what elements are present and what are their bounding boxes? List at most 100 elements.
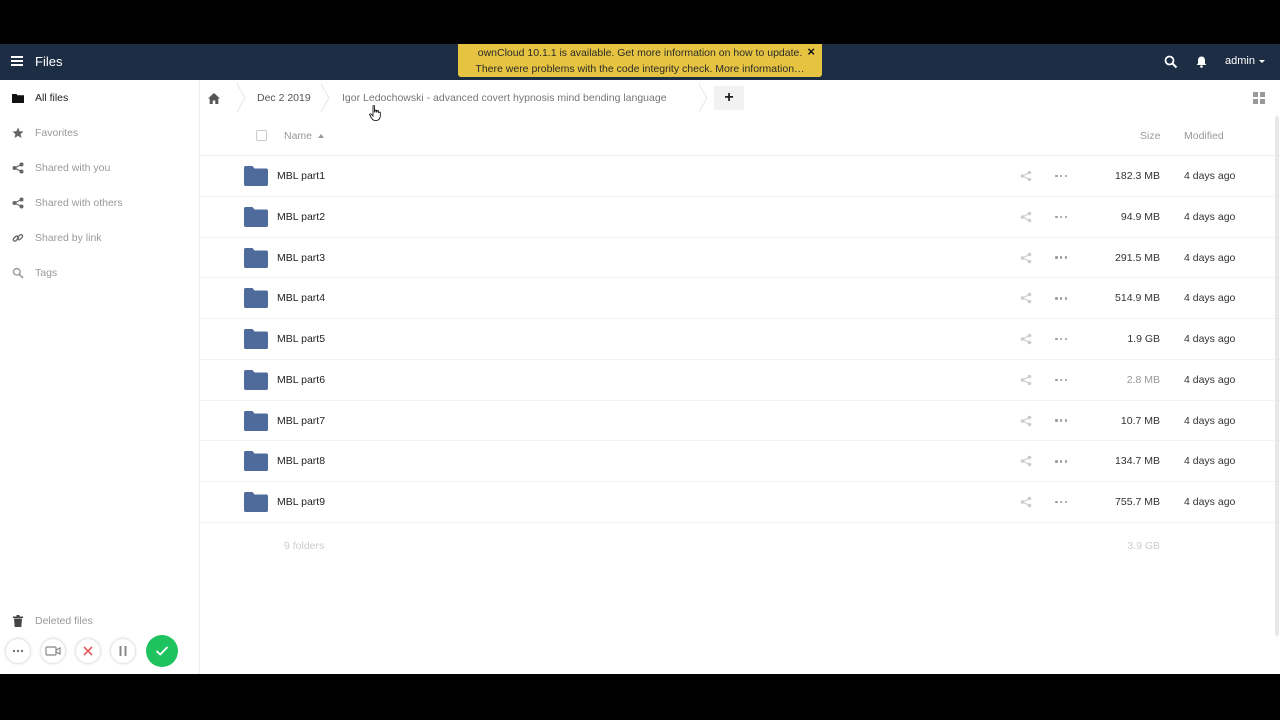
- file-name[interactable]: MBL part5: [277, 333, 325, 345]
- pause-recording-button[interactable]: [111, 639, 135, 663]
- update-notification[interactable]: ownCloud 10.1.1 is available. Get more i…: [458, 44, 822, 77]
- file-row[interactable]: MBL part1 182.3 MB 4 days ago: [200, 156, 1280, 197]
- user-menu[interactable]: admin: [1225, 55, 1265, 67]
- file-row[interactable]: MBL part9 755.7 MB 4 days ago: [200, 482, 1280, 523]
- more-actions-icon[interactable]: [1055, 211, 1067, 223]
- file-row[interactable]: MBL part2 94.9 MB 4 days ago: [200, 197, 1280, 238]
- sidebar-item-label: Shared by link: [35, 232, 102, 244]
- column-header-size[interactable]: Size: [1140, 130, 1160, 142]
- search-icon[interactable]: [1164, 55, 1178, 69]
- file-size: 1.9 GB: [1127, 333, 1160, 345]
- more-actions-icon[interactable]: [1055, 333, 1067, 345]
- sidebar-item-favorites[interactable]: Favorites: [0, 118, 200, 148]
- file-name[interactable]: MBL part2: [277, 211, 325, 223]
- file-row[interactable]: MBL part4 514.9 MB 4 days ago: [200, 278, 1280, 319]
- column-header-modified[interactable]: Modified: [1184, 130, 1224, 142]
- sidebar-item-tags[interactable]: Tags: [0, 258, 200, 288]
- file-size: 94.9 MB: [1120, 210, 1160, 223]
- more-actions-icon[interactable]: [1055, 496, 1067, 508]
- breadcrumb-item-dec-2-2019[interactable]: Dec 2 2019: [257, 80, 311, 116]
- share-icon[interactable]: [1020, 211, 1032, 223]
- folder-icon: [244, 206, 268, 227]
- folder-icon: [12, 92, 24, 104]
- share-icon[interactable]: [1020, 455, 1032, 467]
- file-modified: 4 days ago: [1184, 455, 1236, 468]
- file-modified: 4 days ago: [1184, 170, 1236, 182]
- folder-icon: [244, 166, 268, 186]
- more-actions-icon[interactable]: [1055, 170, 1067, 182]
- share-icon[interactable]: [1020, 170, 1032, 182]
- column-header-label: Name: [284, 130, 313, 142]
- file-name[interactable]: MBL part7: [277, 415, 325, 427]
- sidebar-item-deleted-files[interactable]: Deleted files: [0, 606, 200, 636]
- file-row[interactable]: MBL part6 2.8 MB 4 days ago: [200, 360, 1280, 401]
- app-header: Files ownCloud 10.1.1 is available. Get …: [0, 44, 1280, 80]
- more-dots-icon: [12, 649, 24, 653]
- home-icon: [208, 92, 220, 104]
- more-actions-icon[interactable]: [1055, 252, 1067, 264]
- new-file-button[interactable]: +: [714, 86, 744, 110]
- sidebar-item-shared-with-you[interactable]: Shared with you: [0, 153, 200, 183]
- share-icon[interactable]: [1020, 333, 1032, 345]
- more-actions-icon[interactable]: [1055, 455, 1067, 467]
- file-row[interactable]: MBL part3 291.5 MB 4 days ago: [200, 238, 1280, 279]
- share-icon[interactable]: [1020, 252, 1032, 264]
- file-list-header: Name Size Modified: [200, 120, 1280, 156]
- file-name[interactable]: MBL part4: [277, 292, 325, 304]
- sidebar-item-label: Deleted files: [35, 615, 93, 627]
- notification-line-integrity[interactable]: There were problems with the code integr…: [458, 61, 822, 77]
- file-modified: 4 days ago: [1184, 292, 1236, 305]
- recording-toolbar: [6, 634, 189, 668]
- file-name[interactable]: MBL part8: [277, 455, 325, 467]
- sidebar-item-all-files[interactable]: All files: [0, 83, 200, 113]
- file-name[interactable]: MBL part6: [277, 374, 325, 386]
- sidebar-item-shared-with-others[interactable]: Shared with others: [0, 188, 200, 218]
- more-actions-icon[interactable]: [1055, 292, 1067, 304]
- file-name[interactable]: MBL part1: [277, 170, 325, 182]
- share-icon[interactable]: [1020, 292, 1032, 304]
- file-name[interactable]: MBL part9: [277, 496, 325, 508]
- share-icon[interactable]: [1020, 496, 1032, 508]
- file-name[interactable]: MBL part3: [277, 252, 325, 264]
- link-icon: [12, 232, 24, 244]
- breadcrumb-item-current-folder[interactable]: Igor Ledochowski - advanced covert hypno…: [342, 80, 667, 116]
- close-icon: [83, 646, 93, 656]
- more-options-button[interactable]: [6, 639, 30, 663]
- file-row[interactable]: MBL part8 134.7 MB 4 days ago: [200, 441, 1280, 482]
- finish-recording-button[interactable]: [146, 635, 178, 667]
- file-modified: 4 days ago: [1184, 333, 1236, 345]
- webcam-toggle-button[interactable]: [41, 639, 65, 663]
- pause-icon: [119, 646, 127, 656]
- select-all-checkbox[interactable]: [256, 130, 267, 141]
- more-actions-icon[interactable]: [1055, 415, 1067, 427]
- share-icon[interactable]: [1020, 374, 1032, 386]
- breadcrumb-home[interactable]: [208, 80, 220, 116]
- sidebar-item-label: Tags: [35, 267, 58, 279]
- cancel-recording-button[interactable]: [76, 639, 100, 663]
- caret-down-icon: [1258, 59, 1265, 63]
- breadcrumb-separator-icon: [236, 84, 246, 112]
- file-row[interactable]: MBL part5 1.9 GB 4 days ago: [200, 319, 1280, 360]
- breadcrumb-separator-icon: [320, 84, 330, 112]
- share-icon: [12, 197, 24, 209]
- sidebar-item-label: Shared with others: [35, 197, 123, 209]
- file-row[interactable]: MBL part7 10.7 MB 4 days ago: [200, 401, 1280, 442]
- share-icon[interactable]: [1020, 415, 1032, 427]
- file-size: 182.3 MB: [1115, 170, 1160, 182]
- folder-icon: [244, 492, 268, 512]
- app-title[interactable]: Files: [35, 54, 62, 69]
- mouse-pointer-icon: [369, 105, 381, 121]
- notification-line-update[interactable]: ownCloud 10.1.1 is available. Get more i…: [458, 45, 822, 61]
- sidebar-item-label: Favorites: [35, 127, 79, 139]
- folder-icon: [244, 410, 268, 431]
- grid-view-icon[interactable]: [1253, 92, 1265, 104]
- scrollbar[interactable]: [1275, 116, 1279, 636]
- close-icon[interactable]: ×: [807, 44, 815, 60]
- sidebar-item-shared-by-link[interactable]: Shared by link: [0, 223, 200, 253]
- bell-icon[interactable]: [1196, 56, 1207, 68]
- folder-icon: [244, 247, 268, 268]
- more-actions-icon[interactable]: [1055, 374, 1067, 386]
- file-modified: 4 days ago: [1184, 251, 1236, 264]
- column-header-name[interactable]: Name: [284, 130, 325, 142]
- hamburger-menu-icon[interactable]: [11, 56, 23, 66]
